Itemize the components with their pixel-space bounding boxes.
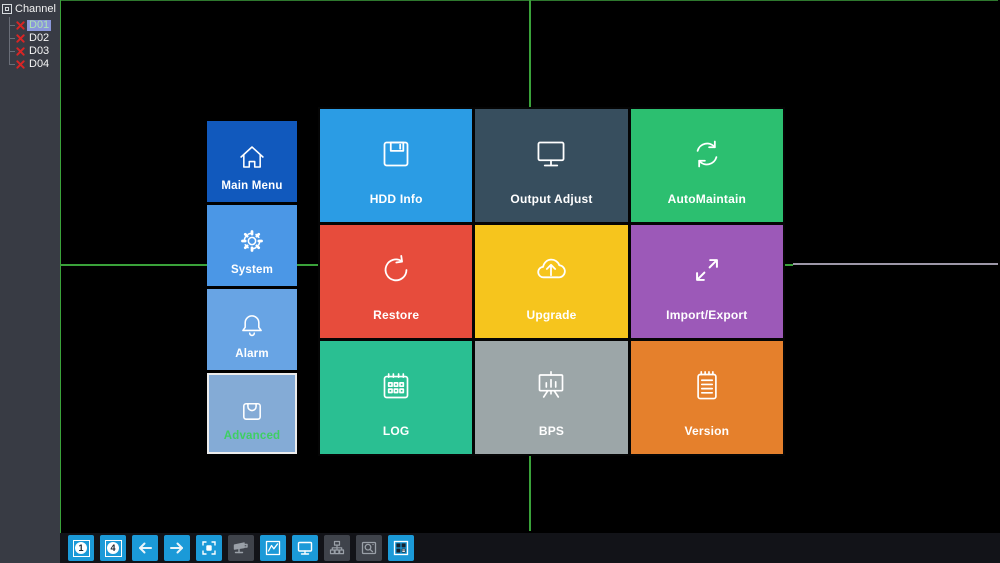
channel-label: D04	[29, 58, 50, 70]
x-offline-icon	[16, 21, 25, 30]
menu-tile-label: Main Menu	[221, 180, 283, 192]
network-tree-icon	[329, 540, 345, 555]
grid-tile-upgrade[interactable]: Upgrade	[475, 225, 628, 338]
restore-icon	[384, 254, 408, 282]
quad-view-button[interactable]: 4	[100, 535, 126, 561]
channel-item-d01[interactable]: D01	[9, 19, 60, 32]
waveform-icon	[265, 540, 281, 556]
taskbar: 1 4	[60, 533, 1000, 563]
liveview-horizontal-divider-right	[793, 263, 998, 265]
home-icon	[240, 146, 264, 168]
grid-tile-automaintain[interactable]: AutoMaintain	[630, 109, 783, 222]
network-button[interactable]	[324, 535, 350, 561]
grid-tile-output-adjust[interactable]: Output Adjust	[475, 109, 628, 222]
cloud-upload-icon	[537, 258, 567, 279]
display-button[interactable]	[292, 535, 318, 561]
grid-tile-label: Upgrade	[526, 308, 577, 322]
channel-label: D03	[29, 45, 50, 57]
grid-tile-label: Restore	[373, 308, 420, 322]
x-offline-icon	[16, 34, 25, 43]
sync-icon	[696, 140, 718, 168]
layout-grid-button[interactable]	[388, 535, 414, 561]
grid-tile-bps[interactable]: BPS	[475, 341, 628, 454]
channel-item-d02[interactable]: D02	[9, 32, 60, 45]
bell-icon	[242, 315, 262, 337]
channel-window-icon	[2, 4, 12, 14]
liveview-left-border	[60, 0, 61, 533]
hdd-search-icon	[361, 541, 377, 555]
grid-tile-label: Version	[684, 424, 730, 438]
bag-icon	[243, 402, 261, 420]
single-view-button[interactable]: 1	[68, 535, 94, 561]
floppy-disk-icon	[383, 141, 409, 167]
view-1-icon: 1	[72, 539, 90, 557]
arrow-left-icon	[139, 542, 152, 554]
grid-tile-restore[interactable]: Restore	[320, 225, 473, 338]
channel-panel: Channel D01 D02 D03 D04	[0, 0, 60, 563]
grid-layout-icon	[393, 540, 409, 556]
menu-tile-label: Alarm	[235, 348, 269, 360]
stop-button[interactable]	[196, 535, 222, 561]
grid-tile-label: Output Adjust	[510, 192, 593, 206]
color-adjust-button[interactable]	[260, 535, 286, 561]
channel-item-d04[interactable]: D04	[9, 58, 60, 71]
grid-tile-import-export[interactable]: Import/Export	[630, 225, 783, 338]
ptz-button[interactable]	[228, 535, 254, 561]
x-offline-icon	[16, 47, 25, 56]
grid-tile-hdd-info[interactable]: HDD Info	[320, 109, 473, 222]
view-count-badge: 4	[107, 542, 119, 554]
channel-label: D02	[29, 32, 50, 44]
channel-tree: D01 D02 D03 D04	[9, 17, 60, 71]
chart-board-icon	[539, 371, 564, 398]
view-4-icon: 4	[104, 539, 122, 557]
grid-tile-label: AutoMaintain	[667, 192, 747, 206]
stop-icon	[202, 541, 216, 555]
menu-tile-label: Advanced	[223, 430, 281, 442]
channel-item-d03[interactable]: D03	[9, 45, 60, 58]
storage-button[interactable]	[356, 535, 382, 561]
arrow-right-icon	[170, 542, 183, 554]
gear-icon	[241, 230, 263, 252]
advanced-menu-grid: HDD Info Output Adjust AutoMaintain Rest…	[318, 107, 785, 456]
view-count-badge: 1	[75, 542, 87, 554]
channel-panel-title: Channel	[15, 3, 56, 15]
grid-tile-label: HDD Info	[369, 192, 423, 206]
menu-tile-alarm[interactable]: Alarm	[207, 289, 297, 370]
x-offline-icon	[16, 60, 25, 69]
monitor-icon	[297, 541, 313, 555]
menu-tile-system[interactable]: System	[207, 205, 297, 286]
diagonal-arrows-icon	[695, 259, 718, 281]
menu-tile-main-menu[interactable]: Main Menu	[207, 121, 297, 202]
cctv-camera-icon	[233, 542, 248, 554]
menu-tile-advanced[interactable]: Advanced	[207, 373, 297, 454]
calendar-icon	[383, 373, 409, 399]
channel-panel-header: Channel	[0, 0, 60, 17]
grid-tile-version[interactable]: Version	[630, 341, 783, 454]
grid-tile-label: BPS	[538, 424, 565, 438]
grid-tile-label: LOG	[382, 424, 410, 438]
grid-tile-log[interactable]: LOG	[320, 341, 473, 454]
grid-tile-label: Import/Export	[666, 308, 748, 322]
next-screen-button[interactable]	[164, 535, 190, 561]
channel-label: D01	[27, 19, 52, 31]
clipboard-icon	[697, 371, 717, 400]
quick-menu: Main Menu System Alarm Advanced	[207, 121, 297, 457]
monitor-icon	[538, 141, 565, 167]
menu-tile-label: System	[230, 264, 274, 276]
prev-screen-button[interactable]	[132, 535, 158, 561]
